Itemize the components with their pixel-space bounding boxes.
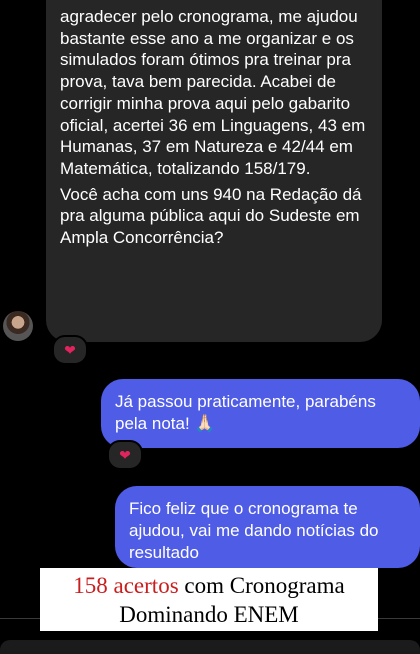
- outgoing-message-bubble[interactable]: Já passou praticamente, parabéns pela no…: [101, 379, 420, 448]
- outgoing-message-bubble[interactable]: Fico feliz que o cronograma te ajudou, v…: [115, 486, 420, 568]
- banner-line-1-rest: com Cronograma: [178, 573, 345, 598]
- caption-banner: 158 acertos com Cronograma Dominando ENE…: [40, 568, 378, 631]
- outgoing-message-text: Já passou praticamente, parabéns pela no…: [115, 392, 376, 433]
- outgoing-message-text: Fico feliz que o cronograma te ajudou, v…: [129, 499, 379, 562]
- incoming-message-question: Você acha com uns 940 na Redação dá pra …: [60, 184, 362, 248]
- incoming-message-text: agradecer pelo cronograma, me ajudou bas…: [60, 7, 366, 178]
- divider: [0, 618, 40, 619]
- message-input-bar[interactable]: [0, 640, 420, 654]
- banner-highlight: 158 acertos: [73, 573, 179, 598]
- incoming-message-bubble[interactable]: agradecer pelo cronograma, me ajudou bas…: [46, 0, 382, 342]
- heart-reaction-icon[interactable]: ❤: [52, 335, 88, 365]
- sender-avatar[interactable]: [3, 311, 33, 341]
- heart-reaction-icon[interactable]: ❤: [107, 440, 143, 470]
- divider: [378, 618, 420, 619]
- banner-line-2: Dominando ENEM: [119, 602, 299, 627]
- banner-line-1: 158 acertos com Cronograma: [40, 571, 378, 600]
